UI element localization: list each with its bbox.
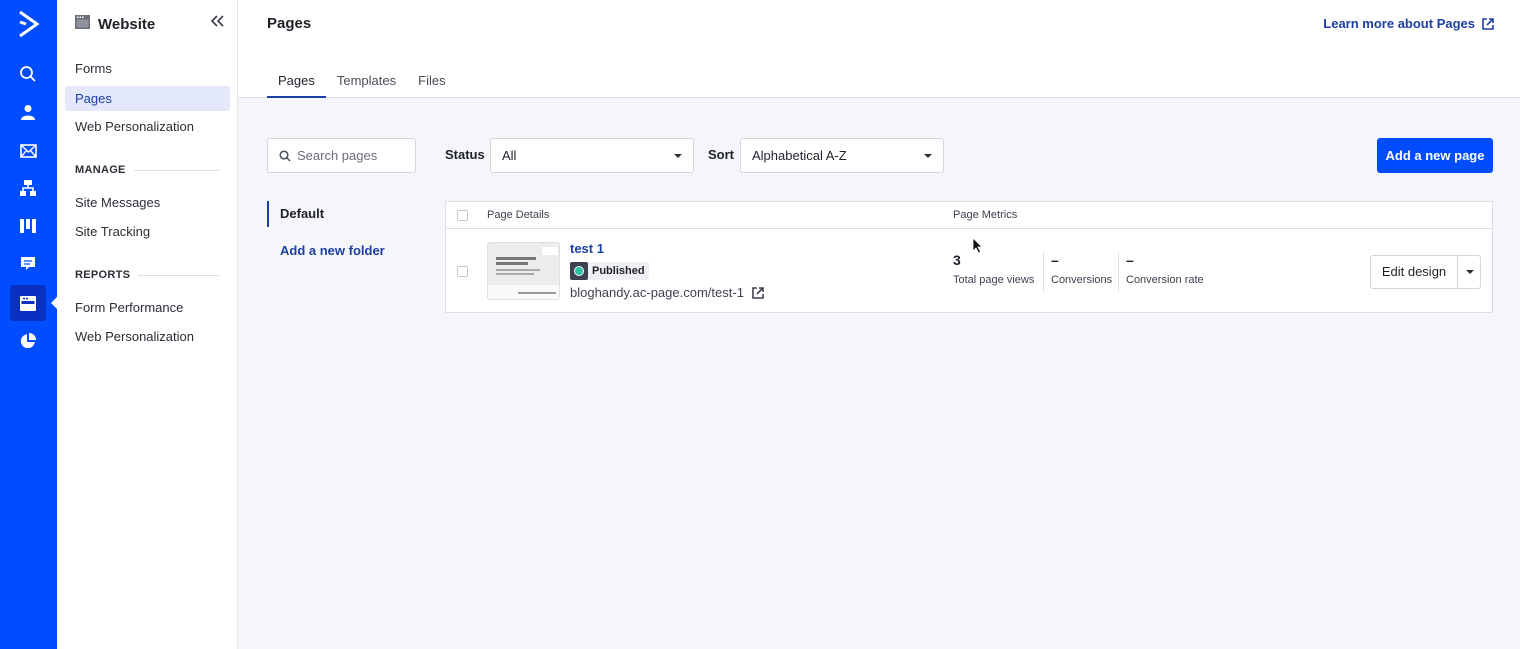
metric-value: – <box>1051 252 1059 268</box>
page-title: Pages <box>267 15 312 32</box>
edit-design-dropdown-button[interactable] <box>1458 256 1480 288</box>
pages-table: Page Details Page Metrics test 1 Publish… <box>445 201 1493 313</box>
chevron-down-icon <box>924 154 932 158</box>
table-header: Page Details Page Metrics <box>446 202 1492 229</box>
metric-conversions: – Conversions <box>1051 252 1112 286</box>
section-manage: MANAGE <box>75 164 219 176</box>
status-select[interactable]: All <box>490 138 694 173</box>
sidebar-header: Website <box>75 15 155 34</box>
tab-templates[interactable]: Templates <box>326 64 407 98</box>
website-sidebar: Website Forms Pages Web Personalization … <box>57 0 238 649</box>
metric-value: 3 <box>953 252 961 268</box>
tab-files[interactable]: Files <box>407 64 456 98</box>
status-label: Status <box>445 147 485 162</box>
automations-icon[interactable] <box>10 170 46 206</box>
column-header-page-details: Page Details <box>487 209 550 221</box>
contacts-icon[interactable] <box>10 94 46 130</box>
column-header-page-metrics: Page Metrics <box>953 209 1018 221</box>
row-checkbox[interactable] <box>457 266 468 277</box>
metric-value: – <box>1126 252 1134 268</box>
conversations-icon[interactable] <box>10 246 46 282</box>
metric-label: Total page views <box>953 274 1035 286</box>
page-url-text: bloghandy.ac-page.com/test-1 <box>570 285 744 300</box>
page-tabs: Pages Templates Files <box>267 64 457 98</box>
add-folder-link[interactable]: Add a new folder <box>280 243 420 258</box>
reports-icon[interactable] <box>10 323 46 359</box>
tab-pages[interactable]: Pages <box>267 64 326 98</box>
status-badge-label: Published <box>592 265 645 277</box>
search-icon <box>279 149 291 162</box>
external-link-icon <box>1482 17 1494 30</box>
sort-select-value: Alphabetical A-Z <box>752 148 847 163</box>
double-chevron-left-icon <box>210 15 224 27</box>
website-icon <box>75 15 90 34</box>
sort-label: Sort <box>708 147 734 162</box>
metric-divider <box>1118 252 1119 292</box>
sidebar-item-site-tracking[interactable]: Site Tracking <box>65 219 230 244</box>
status-badge: Published <box>570 262 649 280</box>
sidebar-title: Website <box>98 16 156 33</box>
metric-conversion-rate: – Conversion rate <box>1126 252 1204 286</box>
status-select-value: All <box>502 148 517 163</box>
section-reports: REPORTS <box>75 269 219 281</box>
add-new-page-button[interactable]: Add a new page <box>1377 138 1493 173</box>
select-all-checkbox[interactable] <box>457 210 468 221</box>
learn-more-link[interactable]: Learn more about Pages <box>1323 16 1494 31</box>
main-content: Pages Learn more about Pages Pages Templ… <box>238 0 1520 649</box>
search-icon[interactable] <box>10 56 46 92</box>
page-header: Pages Learn more about Pages Pages Templ… <box>238 0 1520 98</box>
metric-divider <box>1043 252 1044 292</box>
activecampaign-logo-icon[interactable] <box>14 8 44 40</box>
search-input[interactable] <box>297 148 407 163</box>
section-heading-manage: MANAGE <box>75 164 126 176</box>
metric-label: Conversion rate <box>1126 274 1204 286</box>
campaigns-icon[interactable] <box>10 133 46 169</box>
website-icon[interactable] <box>10 285 46 321</box>
folder-item-default[interactable]: Default <box>267 201 387 227</box>
sidebar-item-web-personalization[interactable]: Web Personalization <box>65 114 230 139</box>
search-box <box>267 138 416 173</box>
chevron-down-icon <box>674 154 682 158</box>
page-name-link[interactable]: test 1 <box>570 241 604 256</box>
app-rail <box>0 0 58 649</box>
mouse-cursor-icon <box>972 237 983 254</box>
sort-select[interactable]: Alphabetical A-Z <box>740 138 944 173</box>
page-url[interactable]: bloghandy.ac-page.com/test-1 <box>570 285 764 300</box>
edit-design-button[interactable]: Edit design <box>1371 256 1458 288</box>
published-status-icon <box>570 262 588 280</box>
edit-design-split-button: Edit design <box>1370 255 1481 289</box>
sidebar-item-pages[interactable]: Pages <box>65 86 230 111</box>
sidebar-item-site-messages[interactable]: Site Messages <box>65 190 230 215</box>
collapse-sidebar-button[interactable] <box>210 14 225 32</box>
table-row: test 1 Published bloghandy.ac-page.com/t… <box>446 230 1492 313</box>
learn-more-label: Learn more about Pages <box>1323 16 1475 31</box>
sidebar-item-web-personalization-report[interactable]: Web Personalization <box>65 324 230 349</box>
sidebar-item-forms[interactable]: Forms <box>65 56 230 81</box>
sidebar-item-form-performance[interactable]: Form Performance <box>65 295 230 320</box>
divider <box>133 169 219 171</box>
metric-total-page-views: 3 Total page views <box>953 252 1034 286</box>
page-thumbnail[interactable] <box>487 242 560 300</box>
external-link-icon[interactable] <box>752 286 764 299</box>
section-heading-reports: REPORTS <box>75 269 131 281</box>
metric-label: Conversions <box>1051 274 1113 286</box>
deals-icon[interactable] <box>10 208 46 244</box>
divider <box>138 274 219 276</box>
chevron-down-icon <box>1466 270 1474 274</box>
